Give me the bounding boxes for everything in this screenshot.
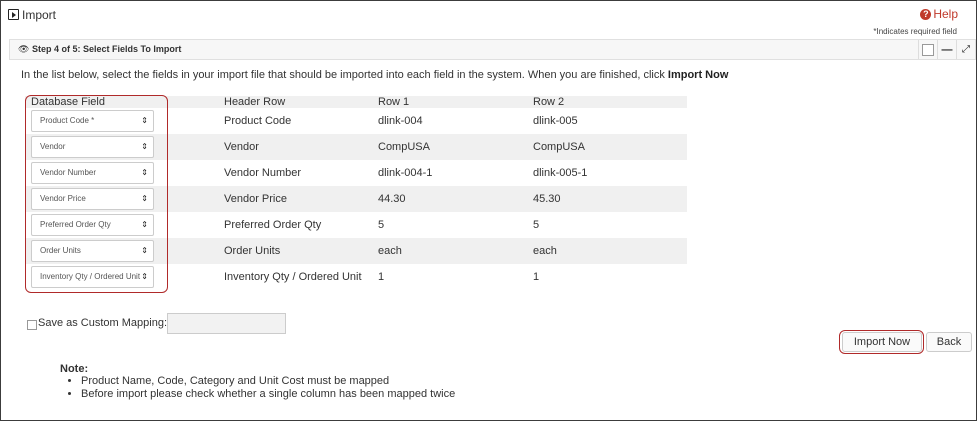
row1-cell: 1 [378,271,385,283]
minimize-button[interactable]: — [937,40,956,59]
required-field-note: *Indicates required field [873,27,957,36]
window-title: Import [22,8,57,22]
step-header: 👁 Step 4 of 5: Select Fields To Import —… [9,39,976,60]
row2-cell: CompUSA [533,141,585,153]
col-row-1: Row 1 [378,96,410,108]
import-now-button[interactable]: Import Now [842,332,922,352]
row2-cell: dlink-005 [533,115,578,127]
instruction-bold: Import Now [667,69,729,81]
maximize-box-button[interactable] [918,40,937,59]
note-title: Note: [60,363,89,375]
minus-icon: — [941,43,953,56]
note-item: Product Name, Code, Category and Unit Co… [81,375,455,388]
help-link[interactable]: ? Help [920,7,958,21]
save-mapping-checkbox[interactable] [27,320,37,330]
header-cell: Vendor Number [224,167,302,179]
row1-cell: 5 [378,219,385,231]
row2-cell: 1 [533,271,540,283]
header-cell: Vendor [224,141,259,153]
header-cell: Order Units [224,245,281,257]
database-field-highlight [25,95,168,293]
row2-cell: dlink-005-1 [533,167,588,179]
header-cell: Preferred Order Qty [224,219,322,231]
step-title: Step 4 of 5: Select Fields To Import [32,44,182,54]
header-cell: Vendor Price [224,193,287,205]
instruction-body: In the list below, select the fields in … [21,69,668,81]
col-row-2: Row 2 [533,96,565,108]
window-play-icon [8,9,19,20]
box-icon [922,43,934,56]
save-mapping-input[interactable] [167,313,286,334]
save-mapping-label: Save as Custom Mapping: [38,317,168,329]
row1-cell: dlink-004 [378,115,423,127]
expand-button[interactable]: ⤢ [956,40,975,59]
expand-icon: ⤢ [962,44,970,55]
note-list: Product Name, Code, Category and Unit Co… [61,375,455,401]
help-label: Help [933,7,958,21]
row2-cell: each [533,245,557,257]
header-cell: Product Code [224,115,292,127]
header-cell: Inventory Qty / Ordered Unit [224,271,362,283]
title-bar: Import ? Help [1,1,976,31]
note-item: Before import please check whether a sin… [81,388,455,401]
row1-cell: CompUSA [378,141,430,153]
row1-cell: dlink-004-1 [378,167,433,179]
row2-cell: 5 [533,219,540,231]
col-header-row: Header Row [224,96,286,108]
import-window: Import ? Help *Indicates required field … [0,0,977,421]
back-button[interactable]: Back [926,332,972,352]
question-icon: ? [920,8,932,20]
row2-cell: 45.30 [533,193,561,205]
row1-cell: each [378,245,402,257]
eye-icon: 👁 [18,44,30,54]
row1-cell: 44.30 [378,193,406,205]
instruction-text: In the list below, select the fields in … [21,69,728,81]
